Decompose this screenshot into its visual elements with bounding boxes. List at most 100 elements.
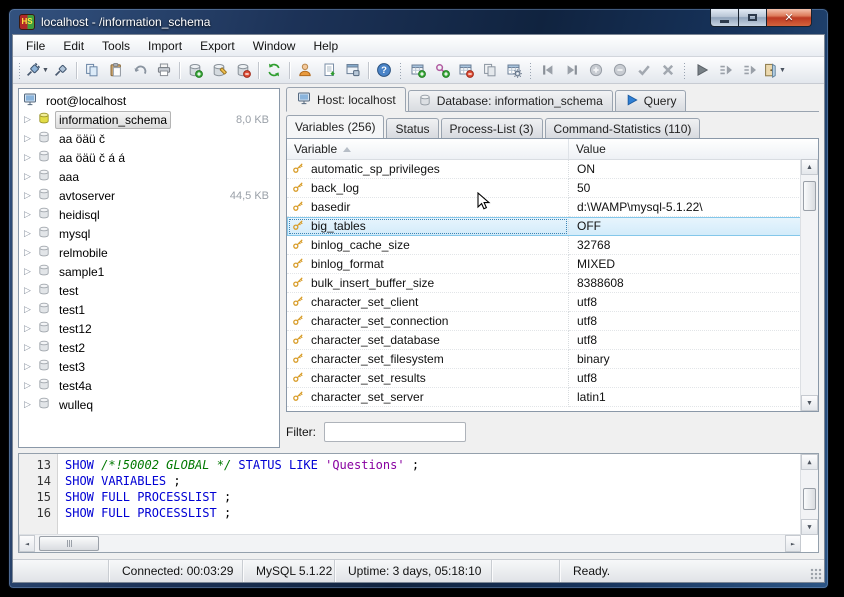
dropdown-caret-icon[interactable]: ▼ [42,67,49,74]
tree-item-test[interactable]: ▷test [19,281,279,300]
scroll-down-icon[interactable]: ▼ [801,395,818,411]
execute-selection-button[interactable] [714,59,738,81]
database-tree[interactable]: root@localhost▷information_schema8,0 KB▷… [18,88,280,448]
undo-button[interactable] [128,59,152,81]
tree-item-avtoserver[interactable]: ▷avtoserver44,5 KB [19,186,279,205]
grid-delete-row-button[interactable] [454,59,478,81]
variable-row-character_set_database[interactable]: character_set_databaseutf8 [287,331,801,350]
expand-arrow-icon[interactable]: ▷ [22,304,33,315]
expand-arrow-icon[interactable]: ▷ [22,247,33,258]
tree-item-aa-[interactable]: ▷aa öäü č á á [19,148,279,167]
scrollbar-thumb[interactable] [803,181,816,211]
tree-item-heidisql[interactable]: ▷heidisql [19,205,279,224]
scroll-up-icon[interactable]: ▲ [801,454,818,470]
tree-item-root[interactable]: root@localhost [19,91,279,110]
expand-arrow-icon[interactable]: ▷ [22,380,33,391]
drop-database-button[interactable] [231,59,255,81]
variable-row-binlog_cache_size[interactable]: binlog_cache_size32768 [287,236,801,255]
tab-host[interactable]: Host: localhost [286,87,406,112]
tree-item-test2[interactable]: ▷test2 [19,338,279,357]
menu-edit[interactable]: Edit [54,37,93,55]
execute-line-button[interactable] [738,59,762,81]
variable-row-character_set_results[interactable]: character_set_resultsutf8 [287,369,801,388]
variable-row-big_tables[interactable]: big_tablesOFF [287,217,801,236]
grid-vertical-scrollbar[interactable]: ▲ ▼ [800,159,818,411]
tree-item-sample1[interactable]: ▷sample1 [19,262,279,281]
cancel-editing-button[interactable] [656,59,680,81]
tree-item-aa-[interactable]: ▷aa öäü č [19,129,279,148]
tree-item-test12[interactable]: ▷test12 [19,319,279,338]
menu-import[interactable]: Import [139,37,191,55]
tab-database[interactable]: Database: information_schema [408,90,613,111]
menu-window[interactable]: Window [244,37,305,55]
variable-row-bulk_insert_buffer_size[interactable]: bulk_insert_buffer_size8388608 [287,274,801,293]
subtab-variables-256-[interactable]: Variables (256) [286,115,384,138]
sql-vertical-scrollbar[interactable]: ▲ ▼ [800,454,818,535]
menu-help[interactable]: Help [304,37,347,55]
execute-sql-button[interactable] [690,59,714,81]
menu-tools[interactable]: Tools [93,37,139,55]
create-database-button[interactable] [183,59,207,81]
expand-arrow-icon[interactable]: ▷ [22,209,33,220]
maximize-button[interactable] [739,9,767,27]
copy-rows-button[interactable] [478,59,502,81]
dropdown-caret-icon[interactable]: ▼ [779,67,786,74]
titlebar[interactable]: HS localhost - /information_schema ✕ [9,9,828,34]
variable-row-character_set_server[interactable]: character_set_serverlatin1 [287,388,801,407]
tree-item-information-schema[interactable]: ▷information_schema8,0 KB [19,110,279,129]
print-button[interactable] [152,59,176,81]
tree-item-test4a[interactable]: ▷test4a [19,376,279,395]
subtab-status[interactable]: Status [386,118,438,138]
close-button[interactable]: ✕ [767,9,812,27]
paste-button[interactable] [104,59,128,81]
variable-row-basedir[interactable]: basedird:\WAMP\mysql-5.1.22\ [287,198,801,217]
record-insert-button[interactable] [584,59,608,81]
expand-arrow-icon[interactable]: ▷ [22,266,33,277]
sql-horizontal-scrollbar[interactable]: ◄ ► [19,534,801,552]
preferences-button[interactable] [341,59,365,81]
scroll-left-icon[interactable]: ◄ [19,535,35,552]
expand-arrow-icon[interactable]: ▷ [22,399,33,410]
expand-arrow-icon[interactable]: ▷ [22,228,33,239]
resize-grip-icon[interactable] [810,568,822,580]
edit-database-button[interactable] [207,59,231,81]
variable-row-character_set_connection[interactable]: character_set_connectionutf8 [287,312,801,331]
post-changes-button[interactable] [632,59,656,81]
tree-item-aaa[interactable]: ▷aaa [19,167,279,186]
grid-settings-button[interactable] [502,59,526,81]
tree-item-wulleq[interactable]: ▷wulleq [19,395,279,414]
expand-arrow-icon[interactable]: ▷ [22,171,33,182]
expand-arrow-icon[interactable]: ▷ [22,133,33,144]
tree-item-test1[interactable]: ▷test1 [19,300,279,319]
record-delete-button[interactable] [608,59,632,81]
user-manager-button[interactable] [293,59,317,81]
expand-arrow-icon[interactable]: ▷ [22,361,33,372]
scroll-right-icon[interactable]: ► [785,535,801,552]
column-header-value[interactable]: Value [569,139,801,159]
menu-file[interactable]: File [17,37,54,55]
variable-row-character_set_client[interactable]: character_set_clientutf8 [287,293,801,312]
tree-item-mysql[interactable]: ▷mysql [19,224,279,243]
disconnect-button[interactable] [49,59,73,81]
scroll-up-icon[interactable]: ▲ [801,159,818,175]
menu-export[interactable]: Export [191,37,244,55]
column-header-variable[interactable]: Variable [287,139,569,159]
minimize-button[interactable] [710,9,739,27]
export-tables-button[interactable] [317,59,341,81]
session-manager-button[interactable]: ▼ [25,59,49,81]
refresh-button[interactable] [262,59,286,81]
scroll-down-icon[interactable]: ▼ [801,519,818,535]
variable-row-back_log[interactable]: back_log50 [287,179,801,198]
tree-item-test3[interactable]: ▷test3 [19,357,279,376]
tab-query[interactable]: Query [615,90,687,111]
scrollbar-thumb[interactable] [803,488,816,510]
expand-arrow-icon[interactable]: ▷ [22,342,33,353]
filter-input[interactable] [324,422,466,442]
subtab-process-list-3-[interactable]: Process-List (3) [441,118,543,138]
tree-item-relmobile[interactable]: ▷relmobile [19,243,279,262]
expand-arrow-icon[interactable]: ▷ [22,152,33,163]
scrollbar-thumb[interactable] [39,536,99,551]
help-button[interactable]: ? [372,59,396,81]
expand-arrow-icon[interactable]: ▷ [22,190,33,201]
expand-arrow-icon[interactable]: ▷ [22,114,33,125]
